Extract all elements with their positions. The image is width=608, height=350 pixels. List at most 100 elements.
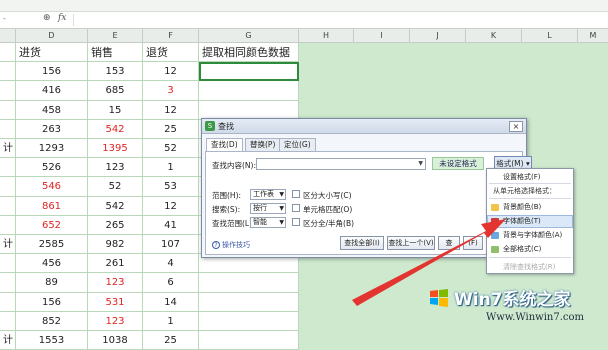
row-label[interactable]: 计: [0, 139, 16, 159]
zoom-icon[interactable]: ⊕: [43, 13, 51, 23]
table-cell[interactable]: [199, 331, 299, 350]
table-cell[interactable]: 652: [16, 215, 88, 235]
table-cell[interactable]: 542: [88, 196, 143, 216]
table-cell[interactable]: 25: [143, 119, 199, 139]
lookin-select[interactable]: 智能 ▼: [250, 217, 286, 228]
row-label[interactable]: [0, 196, 16, 216]
menu-item[interactable]: 背景与字体颜色(A): [487, 229, 573, 242]
table-cell[interactable]: 263: [16, 119, 88, 139]
table-cell[interactable]: 52: [88, 177, 143, 197]
column-header-h[interactable]: H: [299, 29, 354, 43]
column-header-g[interactable]: G: [199, 29, 299, 43]
menu-item[interactable]: 清除查找格式(R): [487, 261, 573, 274]
column-header-i[interactable]: I: [354, 29, 410, 43]
name-box[interactable]: -: [0, 14, 20, 26]
menu-item[interactable]: 字体颜色(T): [487, 215, 573, 228]
tips-link[interactable]: ? 操作技巧: [212, 240, 250, 250]
table-cell[interactable]: [199, 81, 299, 101]
fx-icon[interactable]: fx: [58, 13, 66, 23]
tab-replace[interactable]: 替换(P): [245, 138, 281, 151]
table-cell[interactable]: 546: [16, 177, 88, 197]
table-cell[interactable]: 982: [88, 235, 143, 255]
column-header-l[interactable]: L: [522, 29, 578, 43]
table-cell[interactable]: 123: [88, 311, 143, 331]
row-label[interactable]: [0, 100, 16, 120]
table-cell[interactable]: 12: [143, 100, 199, 120]
dialog-close-button[interactable]: (F): [463, 236, 483, 250]
row-label[interactable]: [0, 158, 16, 178]
column-title-returns[interactable]: 退货: [143, 43, 199, 63]
table-cell[interactable]: 123: [88, 273, 143, 293]
table-cell[interactable]: 25: [143, 331, 199, 350]
table-cell[interactable]: 1293: [16, 139, 88, 159]
column-header-c[interactable]: [0, 29, 16, 43]
table-cell[interactable]: 531: [88, 292, 143, 312]
dialog-titlebar[interactable]: S 查找 ×: [202, 119, 526, 134]
table-cell[interactable]: 456: [16, 254, 88, 274]
find-next-button[interactable]: 查: [438, 236, 460, 250]
table-cell[interactable]: [199, 273, 299, 293]
table-cell[interactable]: [199, 292, 299, 312]
table-cell[interactable]: 458: [16, 100, 88, 120]
case-checkbox[interactable]: [292, 190, 300, 198]
row-label[interactable]: [0, 62, 16, 82]
row-label[interactable]: [0, 292, 16, 312]
column-title-sales[interactable]: 销售: [88, 43, 143, 63]
close-icon[interactable]: ×: [509, 121, 523, 132]
column-title-purchase[interactable]: 进货: [16, 43, 88, 63]
cell-match-checkbox[interactable]: [292, 204, 300, 212]
table-cell[interactable]: 107: [143, 235, 199, 255]
table-cell[interactable]: 852: [16, 311, 88, 331]
table-cell[interactable]: 261: [88, 254, 143, 274]
table-cell[interactable]: 12: [143, 62, 199, 82]
selected-cell[interactable]: [199, 62, 299, 82]
table-cell[interactable]: 15: [88, 100, 143, 120]
formula-input[interactable]: [73, 14, 603, 26]
row-label[interactable]: [0, 215, 16, 235]
table-cell[interactable]: 3: [143, 81, 199, 101]
column-header-j[interactable]: J: [410, 29, 466, 43]
table-cell[interactable]: 12: [143, 196, 199, 216]
row-label[interactable]: [0, 273, 16, 293]
column-header-f[interactable]: F: [143, 29, 199, 43]
column-header-m[interactable]: M: [578, 29, 608, 43]
width-checkbox[interactable]: [292, 218, 300, 226]
table-cell[interactable]: 156: [16, 62, 88, 82]
table-cell[interactable]: 1: [143, 311, 199, 331]
row-label[interactable]: [0, 311, 16, 331]
table-cell[interactable]: 41: [143, 215, 199, 235]
row-label[interactable]: [0, 254, 16, 274]
tab-find[interactable]: 查找(D): [206, 138, 243, 152]
table-cell[interactable]: [0, 43, 16, 63]
menu-item[interactable]: 全部格式(C): [487, 243, 573, 256]
find-input[interactable]: ▼: [256, 158, 426, 170]
column-header-e[interactable]: E: [88, 29, 143, 43]
table-cell[interactable]: 4: [143, 254, 199, 274]
column-header-d[interactable]: D: [16, 29, 88, 43]
row-label[interactable]: [0, 81, 16, 101]
column-title-extract[interactable]: 提取相同颜色数据: [199, 43, 299, 63]
table-cell[interactable]: 526: [16, 158, 88, 178]
table-cell[interactable]: 6: [143, 273, 199, 293]
menu-item[interactable]: 背景颜色(B): [487, 201, 573, 214]
table-cell[interactable]: 53: [143, 177, 199, 197]
table-cell[interactable]: 542: [88, 119, 143, 139]
row-label[interactable]: 计: [0, 235, 16, 255]
table-cell[interactable]: 416: [16, 81, 88, 101]
table-cell[interactable]: 265: [88, 215, 143, 235]
table-cell[interactable]: 156: [16, 292, 88, 312]
table-cell[interactable]: 1038: [88, 331, 143, 350]
row-label[interactable]: [0, 119, 16, 139]
chevron-down-icon[interactable]: ▼: [418, 160, 423, 167]
tab-goto[interactable]: 定位(G): [279, 138, 316, 151]
search-select[interactable]: 按行 ▼: [250, 203, 286, 214]
table-cell[interactable]: 52: [143, 139, 199, 159]
row-label[interactable]: 计: [0, 331, 16, 350]
scope-select[interactable]: 工作表 ▼: [250, 189, 286, 200]
table-cell[interactable]: [199, 100, 299, 120]
table-cell[interactable]: 1395: [88, 139, 143, 159]
table-cell[interactable]: 123: [88, 158, 143, 178]
table-cell[interactable]: 89: [16, 273, 88, 293]
table-cell[interactable]: 1553: [16, 331, 88, 350]
table-cell[interactable]: 2585: [16, 235, 88, 255]
